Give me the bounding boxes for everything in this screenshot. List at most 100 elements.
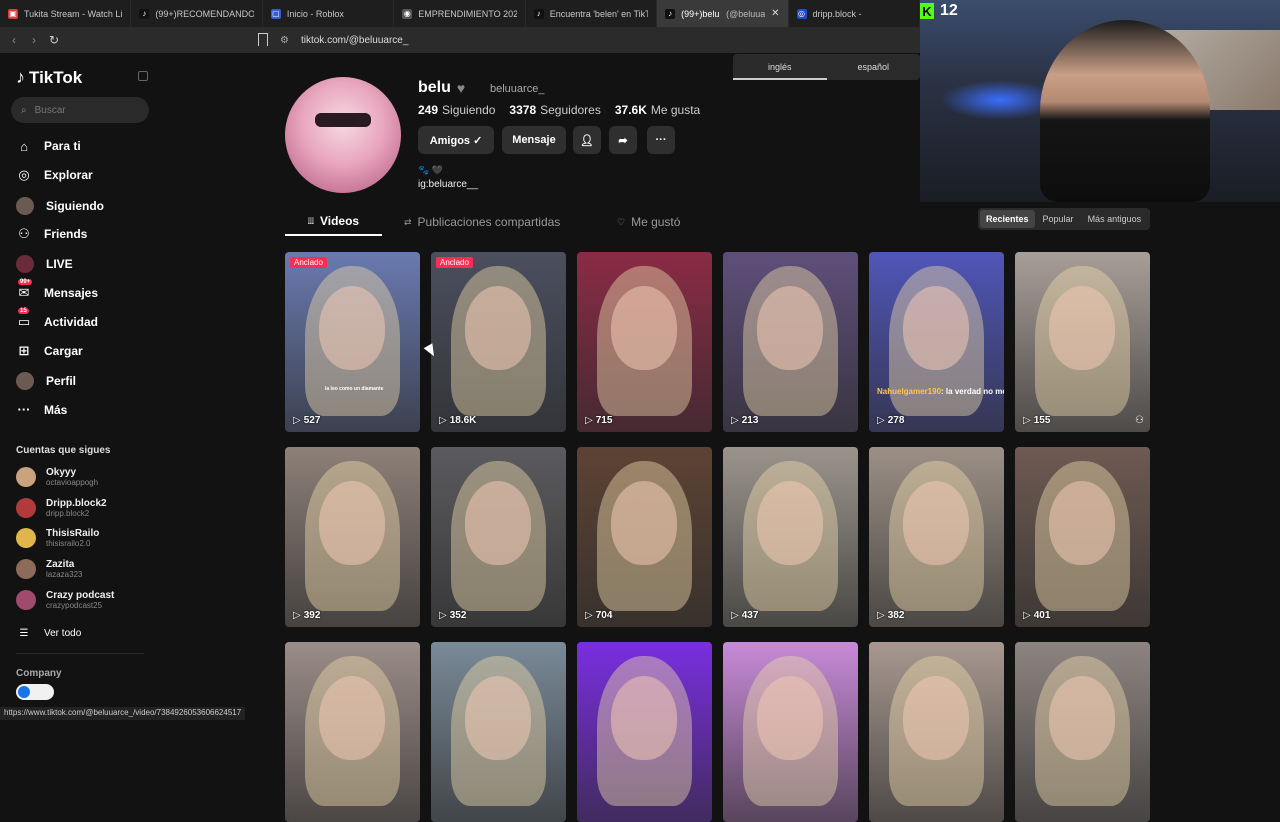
avatar bbox=[16, 497, 36, 518]
video-thumbnail[interactable] bbox=[431, 642, 566, 822]
sidebar-item-para-ti[interactable]: ⌂ Para ti bbox=[16, 138, 81, 154]
browser-tab[interactable]: ◉ EMPRENDIMIENTO 2026 bbox=[394, 0, 526, 27]
followed-account[interactable]: ThisisRailo thisisrailo2.0 bbox=[16, 528, 100, 549]
site-settings-icon[interactable]: ⚙ bbox=[280, 35, 289, 46]
thumbnail-face bbox=[757, 286, 823, 370]
video-thumbnail[interactable]: ▷ 392 bbox=[285, 447, 420, 627]
browser-tab[interactable]: ▢ Inicio - Roblox bbox=[263, 0, 395, 27]
followers-stat[interactable]: 3378 Seguidores bbox=[509, 103, 600, 117]
browser-tab[interactable]: ♪ Encuentra 'belen' en TikTok | E bbox=[526, 0, 658, 27]
video-thumbnail[interactable] bbox=[1015, 642, 1150, 822]
view-count: ▷ 213 bbox=[731, 415, 759, 426]
profile-handle: beluuarce_ bbox=[490, 83, 545, 95]
theme-toggle[interactable] bbox=[16, 684, 54, 700]
tab-me-gustó[interactable]: ♡ Me gustó bbox=[595, 208, 705, 236]
bookmark-icon[interactable] bbox=[258, 33, 268, 46]
language-spanish[interactable]: español bbox=[827, 54, 921, 80]
tab-videos[interactable]: ⦙⦙⦙ Videos bbox=[285, 208, 382, 236]
sidebar-item-siguiendo[interactable]: ● Siguiendo bbox=[16, 196, 104, 215]
play-icon: ▷ bbox=[585, 610, 593, 621]
thumbnail-face bbox=[1049, 676, 1115, 760]
sidebar-item-más[interactable]: ··· Más bbox=[16, 402, 68, 418]
message-button[interactable]: Mensaje bbox=[502, 126, 566, 154]
video-thumbnail[interactable]: Anclado la leo como un diamante ▷ 527 bbox=[285, 252, 420, 432]
video-thumbnail[interactable]: ▷ 401 bbox=[1015, 447, 1150, 627]
address-bar[interactable]: ⚙ tiktok.com/@beluuarce_ bbox=[280, 27, 408, 53]
video-thumbnail[interactable] bbox=[723, 642, 858, 822]
video-thumbnail[interactable]: Anclado ▷ 18.6K bbox=[431, 252, 566, 432]
sidebar-item-friends[interactable]: ⚇ Friends bbox=[16, 226, 87, 242]
search-input[interactable] bbox=[34, 104, 135, 116]
sidebar-item-perfil[interactable]: ● Perfil bbox=[16, 372, 76, 391]
play-icon: ▷ bbox=[293, 610, 301, 621]
browser-tab[interactable]: ◎ dripp.block - bbox=[789, 0, 920, 27]
following-stat[interactable]: 249 Siguiendo bbox=[418, 103, 495, 117]
share-button[interactable]: ➦ bbox=[609, 126, 637, 154]
browser-tab[interactable]: ▣ Tukita Stream - Watch Live bbox=[0, 0, 132, 27]
followed-account[interactable]: Okyyy octavioappogh bbox=[16, 467, 98, 487]
forward-icon[interactable]: › bbox=[24, 33, 44, 47]
browser-tab[interactable]: ♪ (99+)RECOMENDANDO JUEG bbox=[131, 0, 263, 27]
video-thumbnail[interactable]: ▷ 704 bbox=[577, 447, 712, 627]
sort-option[interactable]: Más antiguos bbox=[1082, 210, 1148, 228]
account-handle: lazaza323 bbox=[46, 570, 83, 580]
company-link[interactable]: Company bbox=[16, 668, 62, 679]
video-thumbnail[interactable]: ▷ 352 bbox=[431, 447, 566, 627]
tab-favicon-icon: ▣ bbox=[8, 8, 18, 19]
followed-account[interactable]: Crazy podcast crazypodcast25 bbox=[16, 589, 114, 610]
play-icon: ▷ bbox=[731, 610, 739, 621]
avatar bbox=[16, 589, 36, 610]
video-thumbnail[interactable] bbox=[577, 642, 712, 822]
followed-account[interactable]: Dripp.block2 dripp.block2 bbox=[16, 497, 107, 518]
video-thumbnail[interactable]: ▷ 382 bbox=[869, 447, 1004, 627]
thumbnail-face bbox=[1049, 286, 1115, 370]
sidebar-item-label: Para ti bbox=[44, 139, 81, 153]
search-box[interactable]: ⌕ bbox=[11, 97, 149, 123]
collapse-sidebar-icon[interactable] bbox=[138, 71, 148, 81]
video-thumbnail[interactable] bbox=[869, 642, 1004, 822]
profile-avatar[interactable] bbox=[285, 77, 401, 193]
video-thumbnail[interactable]: ▷ 213 bbox=[723, 252, 858, 432]
more-icon: ··· bbox=[655, 134, 667, 146]
view-count: ▷ 18.6K bbox=[439, 415, 477, 426]
bio-text: ig:beluarce__ bbox=[418, 179, 479, 190]
thumbnail-face bbox=[465, 286, 531, 370]
compass-icon: ◎ bbox=[18, 167, 30, 183]
sort-option[interactable]: Popular bbox=[1037, 210, 1080, 228]
account-handle: thisisrailo2.0 bbox=[46, 539, 91, 549]
sort-option[interactable]: Recientes bbox=[980, 210, 1035, 228]
video-thumbnail[interactable]: ▷ 155 ⚇ bbox=[1015, 252, 1150, 432]
video-thumbnail[interactable]: ▷ 715 bbox=[577, 252, 712, 432]
reload-icon[interactable]: ↻ bbox=[44, 33, 64, 47]
account-name: ThisisRailo bbox=[46, 528, 100, 540]
add-friend-button[interactable]: 👤︎ bbox=[573, 126, 601, 154]
add-user-icon: 👤︎ bbox=[580, 134, 594, 147]
browser-nav-bar: ‹ › ↻ ⚙ tiktok.com/@beluuarce_ bbox=[0, 27, 920, 53]
video-thumbnail[interactable]: ▷ 437 bbox=[723, 447, 858, 627]
tiktok-logo[interactable]: ♪ TikTok bbox=[16, 67, 82, 88]
language-english[interactable]: inglés bbox=[733, 54, 827, 80]
sidebar-item-live[interactable]: ● LIVE bbox=[16, 255, 73, 274]
back-icon[interactable]: ‹ bbox=[4, 33, 24, 47]
sidebar-item-label: Cargar bbox=[44, 344, 83, 359]
close-tab-icon[interactable]: ✕ bbox=[771, 8, 779, 19]
sidebar-item-mensajes[interactable]: ✉ 99+ Mensajes bbox=[16, 278, 98, 301]
friends-button[interactable]: Amigos ✓ bbox=[418, 126, 494, 154]
see-all-link[interactable]: ☰ Ver todo bbox=[16, 625, 82, 641]
thumbnail-face bbox=[319, 481, 385, 565]
browser-tab[interactable]: ♪ (99+)belu (@beluuarc ✕ bbox=[657, 0, 789, 27]
more-options-button[interactable]: ··· bbox=[647, 126, 675, 154]
sidebar-item-actividad[interactable]: ▭ 15 Actividad bbox=[16, 307, 99, 330]
thumbnail-face bbox=[465, 676, 531, 760]
sidebar-item-explorar[interactable]: ◎ Explorar bbox=[16, 167, 92, 183]
followed-account[interactable]: Zazita lazaza323 bbox=[16, 559, 83, 580]
activity-icon: ▭ 15 bbox=[17, 307, 31, 329]
sidebar-item-label: Actividad bbox=[44, 314, 99, 329]
sidebar-item-cargar[interactable]: ⊞ Cargar bbox=[16, 343, 83, 359]
kick-viewer-count: K 12 bbox=[920, 2, 958, 20]
tab-publicaciones-compartidas[interactable]: ⇄ Publicaciones compartidas bbox=[382, 208, 595, 236]
profile-avatar-icon: ● bbox=[16, 372, 34, 391]
streamer-webcam: K 12 bbox=[920, 0, 1280, 202]
video-thumbnail[interactable] bbox=[285, 642, 420, 822]
video-thumbnail[interactable]: Nahuelgamer190: la verdad no me sorprend… bbox=[869, 252, 1004, 432]
